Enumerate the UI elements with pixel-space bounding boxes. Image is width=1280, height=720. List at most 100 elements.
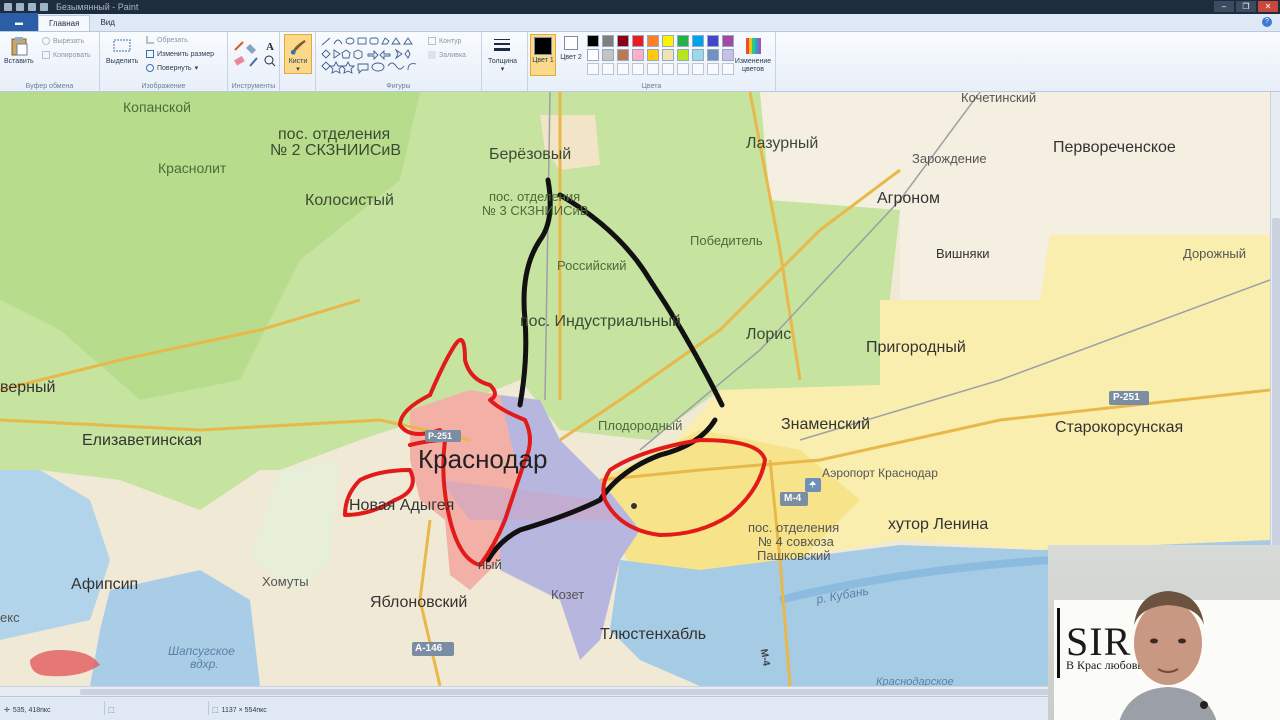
palette-swatch[interactable] bbox=[647, 49, 659, 61]
tools-icons: A bbox=[234, 41, 276, 67]
color1-swatch bbox=[534, 37, 552, 55]
label-pervorechenskoe: Первореченское bbox=[1053, 139, 1176, 156]
palette-swatch[interactable] bbox=[602, 63, 614, 75]
tab-view[interactable]: Вид bbox=[90, 15, 124, 31]
brushes-label: Кисти bbox=[288, 58, 308, 65]
vertical-scroll-thumb[interactable] bbox=[1272, 218, 1280, 578]
undo-icon[interactable] bbox=[28, 3, 36, 11]
palette-swatch[interactable] bbox=[617, 35, 629, 47]
fill-label: Заливка bbox=[439, 51, 466, 59]
fill-bucket-icon bbox=[428, 51, 436, 59]
brushes-group: Кисти ▾ bbox=[280, 32, 316, 92]
palette-swatch[interactable] bbox=[707, 63, 719, 75]
selection-icon: ⬚ bbox=[108, 707, 115, 714]
label-berezovy: Берёзовый bbox=[489, 146, 572, 163]
label-kuban-river: р. Кубань bbox=[815, 583, 870, 607]
crop-button[interactable]: Обрезать bbox=[146, 36, 188, 44]
image-size-value: 1137 × 554пкс bbox=[221, 706, 267, 714]
paint-app-icon[interactable] bbox=[4, 3, 12, 11]
eraser-icon bbox=[234, 55, 245, 66]
outline-icon bbox=[428, 37, 436, 45]
color1-button[interactable]: Цвет 1 bbox=[530, 34, 556, 76]
label-pos4a: пос. отделения bbox=[748, 520, 840, 535]
palette-swatch[interactable] bbox=[722, 49, 734, 61]
selection-size: ⬚ bbox=[108, 706, 118, 714]
maximize-button[interactable]: ❐ bbox=[1236, 1, 1256, 12]
redo-icon[interactable] bbox=[40, 3, 48, 11]
palette-swatch[interactable] bbox=[617, 49, 629, 61]
color2-button[interactable]: Цвет 2 bbox=[560, 36, 582, 62]
palette-swatch[interactable] bbox=[587, 63, 599, 75]
text-icon: A bbox=[266, 41, 274, 53]
size-label: Толщина bbox=[488, 58, 517, 65]
palette-swatch[interactable] bbox=[692, 49, 704, 61]
road-r251-east: Р-251 bbox=[1113, 392, 1140, 403]
quick-access-toolbar bbox=[4, 3, 48, 11]
horizontal-scroll-thumb[interactable] bbox=[80, 689, 1180, 695]
copy-icon bbox=[42, 51, 50, 59]
file-menu-button[interactable]: ▬ bbox=[0, 13, 38, 31]
colors-group-label: Цвета bbox=[641, 83, 662, 90]
palette-swatch[interactable] bbox=[587, 49, 599, 61]
palette-swatch[interactable] bbox=[632, 49, 644, 61]
palette-swatch[interactable] bbox=[647, 63, 659, 75]
outline-button[interactable]: Контур bbox=[428, 37, 461, 45]
label-vishnyaki: Вишняки bbox=[936, 246, 990, 261]
label-kolosisty: Колосистый bbox=[305, 192, 394, 209]
chevron-down-icon: ▾ bbox=[296, 66, 300, 73]
color-picker-icon bbox=[249, 57, 258, 67]
palette-swatch[interactable] bbox=[677, 63, 689, 75]
palette-swatch[interactable] bbox=[707, 35, 719, 47]
palette-swatch[interactable] bbox=[722, 63, 734, 75]
webcam-overlay: SIR ru В Крас любовью! bbox=[1048, 545, 1280, 720]
help-icon[interactable]: ? bbox=[1262, 17, 1272, 27]
copy-button[interactable]: Копировать bbox=[42, 51, 91, 59]
palette-swatch[interactable] bbox=[707, 49, 719, 61]
resize-button[interactable]: Изменить размер bbox=[146, 50, 214, 58]
label-pobeditel: Победитель bbox=[690, 233, 763, 248]
palette-swatch[interactable] bbox=[587, 35, 599, 47]
palette-swatch[interactable] bbox=[692, 35, 704, 47]
cut-button[interactable]: Вырезать bbox=[42, 37, 84, 45]
label-starokorsunskaya: Старокорсунская bbox=[1055, 419, 1184, 436]
paste-button[interactable]: Вставить bbox=[4, 36, 34, 65]
label-shapsugskoe-2: вдхр. bbox=[190, 657, 219, 671]
copy-label: Копировать bbox=[53, 51, 91, 59]
color2-label: Цвет 2 bbox=[560, 54, 582, 61]
palette-swatch[interactable] bbox=[662, 49, 674, 61]
label-kochetinsky: Кочетинский bbox=[961, 92, 1037, 105]
palette-swatch[interactable] bbox=[632, 63, 644, 75]
rotate-button[interactable]: Повернуть ▾ bbox=[146, 64, 198, 72]
label-znamensky: Знаменский bbox=[781, 416, 871, 433]
tab-home[interactable]: Главная bbox=[38, 15, 91, 31]
image-group: Выделить Обрезать Изменить размер Поверн… bbox=[100, 32, 228, 92]
label-pos4c: Пашковский bbox=[757, 548, 831, 563]
title-bar: Безымянный - Paint – ❐ ✕ bbox=[0, 0, 1280, 14]
palette-swatch[interactable] bbox=[602, 35, 614, 47]
shapes-group-label: Фигуры bbox=[386, 83, 411, 90]
palette-swatch[interactable] bbox=[722, 35, 734, 47]
color2-swatch bbox=[564, 36, 578, 50]
select-button[interactable]: Выделить bbox=[106, 36, 138, 65]
palette-swatch[interactable] bbox=[617, 63, 629, 75]
palette-swatch[interactable] bbox=[677, 49, 689, 61]
size-group: Толщина ▾ bbox=[482, 32, 528, 92]
palette-swatch[interactable] bbox=[692, 63, 704, 75]
crop-icon bbox=[146, 36, 154, 44]
shapes-gallery[interactable] bbox=[320, 36, 424, 76]
palette-swatch[interactable] bbox=[602, 49, 614, 61]
save-icon[interactable] bbox=[16, 3, 24, 11]
label-prigorodny: Пригородный bbox=[866, 339, 966, 356]
palette-swatch[interactable] bbox=[632, 35, 644, 47]
palette-swatch[interactable] bbox=[677, 35, 689, 47]
palette-swatch[interactable] bbox=[662, 63, 674, 75]
minimize-button[interactable]: – bbox=[1214, 1, 1234, 12]
close-button[interactable]: ✕ bbox=[1258, 1, 1278, 12]
fill-button[interactable]: Заливка bbox=[428, 51, 466, 59]
size-button[interactable]: Толщина ▾ bbox=[488, 36, 517, 73]
brushes-button[interactable]: Кисти ▾ bbox=[284, 34, 312, 74]
tools-group-label: Инструменты bbox=[231, 83, 276, 90]
palette-swatch[interactable] bbox=[647, 35, 659, 47]
edit-colors-button[interactable]: Изменение цветов bbox=[732, 36, 774, 74]
palette-swatch[interactable] bbox=[662, 35, 674, 47]
